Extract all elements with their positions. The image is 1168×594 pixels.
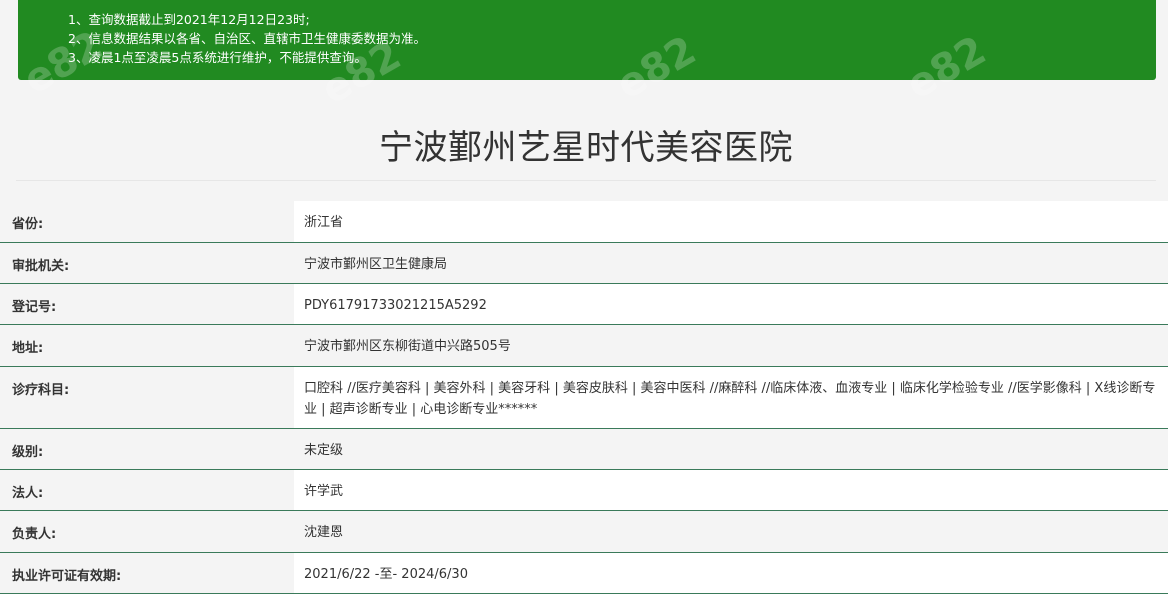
notice-line-1: 1、查询数据截止到2021年12月12日23时;	[68, 12, 310, 27]
label-province: 省份:	[12, 217, 44, 232]
notice-banner: 1、查询数据截止到2021年12月12日23时; 2、信息数据结果以各省、自治区…	[18, 0, 1156, 80]
info-row-license-validity: 执业许可证有效期: 2021/6/22 -至- 2024/6/30	[0, 553, 1168, 594]
value-approval-authority: 宁波市鄞州区卫生健康局	[294, 243, 1168, 283]
label-approval-authority: 审批机关:	[12, 259, 70, 274]
value-province: 浙江省	[294, 201, 1168, 242]
info-row-legal-person: 法人: 许学武	[0, 470, 1168, 511]
info-row-registration-number: 登记号: PDY61791733021215A5292	[0, 284, 1168, 325]
info-row-address: 地址: 宁波市鄞州区东柳街道中兴路505号	[0, 325, 1168, 367]
value-license-validity: 2021/6/22 -至- 2024/6/30	[294, 553, 1168, 593]
hospital-info-table: 省份: 浙江省 审批机关: 宁波市鄞州区卫生健康局 登记号: PDY617917…	[0, 201, 1168, 594]
label-departments: 诊疗科目:	[12, 383, 70, 398]
value-person-in-charge: 沈建恩	[294, 511, 1168, 552]
notice-line-3: 3、凌晨1点至凌晨5点系统进行维护，不能提供查询。	[68, 50, 367, 65]
label-registration-number: 登记号:	[12, 300, 57, 315]
label-address: 地址:	[12, 341, 44, 356]
label-level: 级别:	[12, 445, 44, 460]
info-row-province: 省份: 浙江省	[0, 201, 1168, 243]
info-row-person-in-charge: 负责人: 沈建恩	[0, 511, 1168, 553]
value-legal-person: 许学武	[294, 470, 1168, 510]
label-person-in-charge: 负责人:	[12, 527, 57, 542]
value-registration-number: PDY61791733021215A5292	[294, 284, 1168, 324]
label-legal-person: 法人:	[12, 486, 44, 501]
title-section: 宁波鄞州艺星时代美容医院	[16, 100, 1156, 181]
label-license-validity: 执业许可证有效期:	[12, 569, 122, 584]
info-row-level: 级别: 未定级	[0, 429, 1168, 470]
notice-line-2: 2、信息数据结果以各省、自治区、直辖市卫生健康委数据为准。	[68, 31, 426, 46]
info-row-departments: 诊疗科目: 口腔科 //医疗美容科 | 美容外科 | 美容牙科 | 美容皮肤科 …	[0, 367, 1168, 429]
info-row-approval-authority: 审批机关: 宁波市鄞州区卫生健康局	[0, 243, 1168, 284]
page-title: 宁波鄞州艺星时代美容医院	[379, 128, 793, 168]
value-departments: 口腔科 //医疗美容科 | 美容外科 | 美容牙科 | 美容皮肤科 | 美容中医…	[294, 367, 1168, 428]
value-level: 未定级	[294, 429, 1168, 469]
value-address: 宁波市鄞州区东柳街道中兴路505号	[294, 325, 1168, 366]
